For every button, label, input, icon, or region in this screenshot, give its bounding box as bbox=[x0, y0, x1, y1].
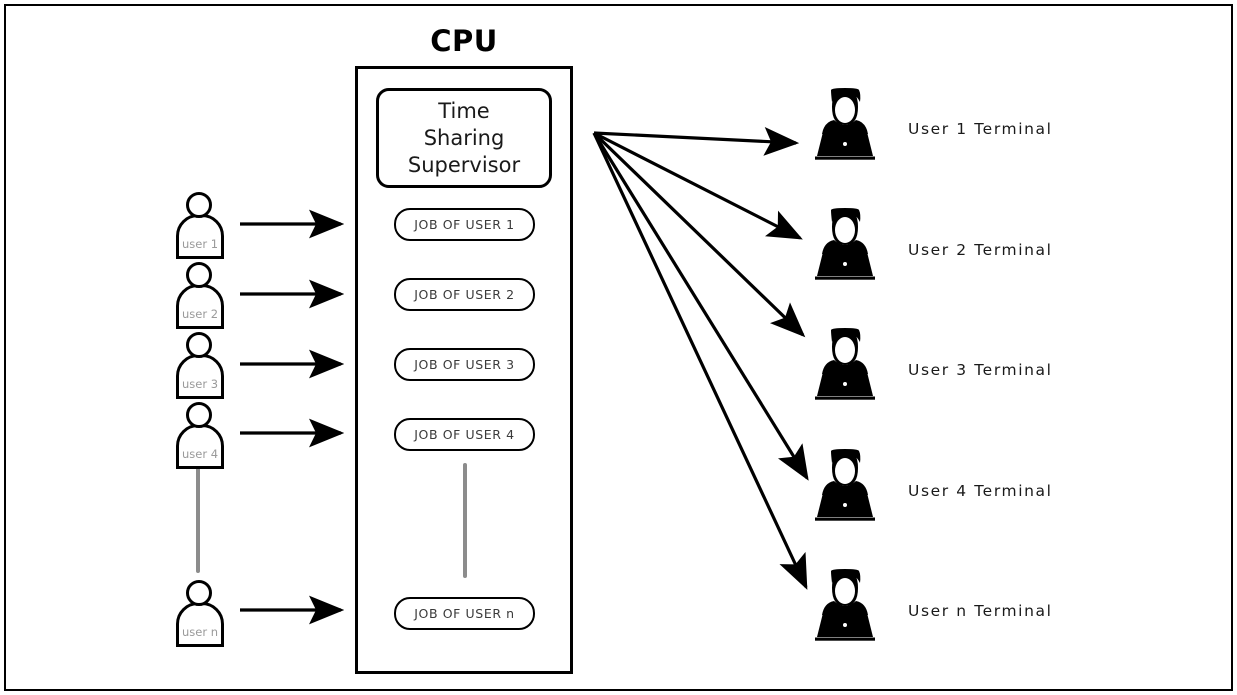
time-sharing-supervisor-label: Time Sharing Supervisor bbox=[407, 98, 521, 177]
job-label: JOB OF USER 2 bbox=[414, 287, 515, 302]
job-label: JOB OF USER 3 bbox=[414, 357, 515, 372]
job-label: JOB OF USER 1 bbox=[414, 217, 515, 232]
user-label: user 2 bbox=[181, 307, 219, 321]
job-box-user-2: JOB OF USER 2 bbox=[394, 278, 535, 311]
user-label: user 1 bbox=[181, 237, 219, 251]
terminal-icon-user-n bbox=[808, 566, 882, 642]
vertical-ellipsis-line-icon bbox=[463, 463, 467, 578]
terminal-label-user-n: User n Terminal bbox=[908, 602, 1053, 620]
user-figure-1: user 1 bbox=[172, 192, 228, 260]
user-figure-4: user 4 bbox=[172, 402, 228, 470]
terminal-icon-user-2 bbox=[808, 205, 882, 281]
user-head-icon bbox=[186, 580, 212, 606]
user-figure-n: user n bbox=[172, 580, 228, 648]
user-head-icon bbox=[186, 262, 212, 288]
terminal-icon-user-4 bbox=[808, 446, 882, 522]
person-at-laptop-icon bbox=[815, 208, 875, 280]
user-figure-2: user 2 bbox=[172, 262, 228, 330]
time-sharing-supervisor-box: Time Sharing Supervisor bbox=[376, 88, 552, 188]
person-at-laptop-icon bbox=[815, 569, 875, 641]
terminal-icon-user-3 bbox=[808, 325, 882, 401]
person-at-laptop-icon bbox=[815, 88, 875, 160]
diagram-canvas: CPU Time Sharing Supervisor JOB OF USER … bbox=[0, 0, 1237, 695]
user-body-icon: user n bbox=[176, 602, 224, 647]
user-head-icon bbox=[186, 332, 212, 358]
user-body-icon: user 1 bbox=[176, 214, 224, 259]
terminal-icon-user-1 bbox=[808, 85, 882, 161]
terminal-label-user-4: User 4 Terminal bbox=[908, 482, 1053, 500]
job-label: JOB OF USER n bbox=[414, 606, 515, 621]
user-head-icon bbox=[186, 192, 212, 218]
job-box-user-n: JOB OF USER n bbox=[394, 597, 535, 630]
user-body-icon: user 4 bbox=[176, 424, 224, 469]
user-label: user 3 bbox=[181, 377, 219, 391]
cpu-title: CPU bbox=[430, 24, 498, 58]
job-label: JOB OF USER 4 bbox=[414, 427, 515, 442]
job-box-user-4: JOB OF USER 4 bbox=[394, 418, 535, 451]
user-body-icon: user 2 bbox=[176, 284, 224, 329]
terminal-label-user-3: User 3 Terminal bbox=[908, 361, 1053, 379]
job-box-user-3: JOB OF USER 3 bbox=[394, 348, 535, 381]
user-label: user n bbox=[181, 625, 219, 639]
user-head-icon bbox=[186, 402, 212, 428]
vertical-ellipsis-line-icon bbox=[196, 466, 200, 573]
user-figure-3: user 3 bbox=[172, 332, 228, 400]
job-box-user-1: JOB OF USER 1 bbox=[394, 208, 535, 241]
person-at-laptop-icon bbox=[815, 449, 875, 521]
terminal-label-user-1: User 1 Terminal bbox=[908, 120, 1053, 138]
user-body-icon: user 3 bbox=[176, 354, 224, 399]
person-at-laptop-icon bbox=[815, 328, 875, 400]
user-label: user 4 bbox=[181, 447, 219, 461]
terminal-label-user-2: User 2 Terminal bbox=[908, 241, 1053, 259]
